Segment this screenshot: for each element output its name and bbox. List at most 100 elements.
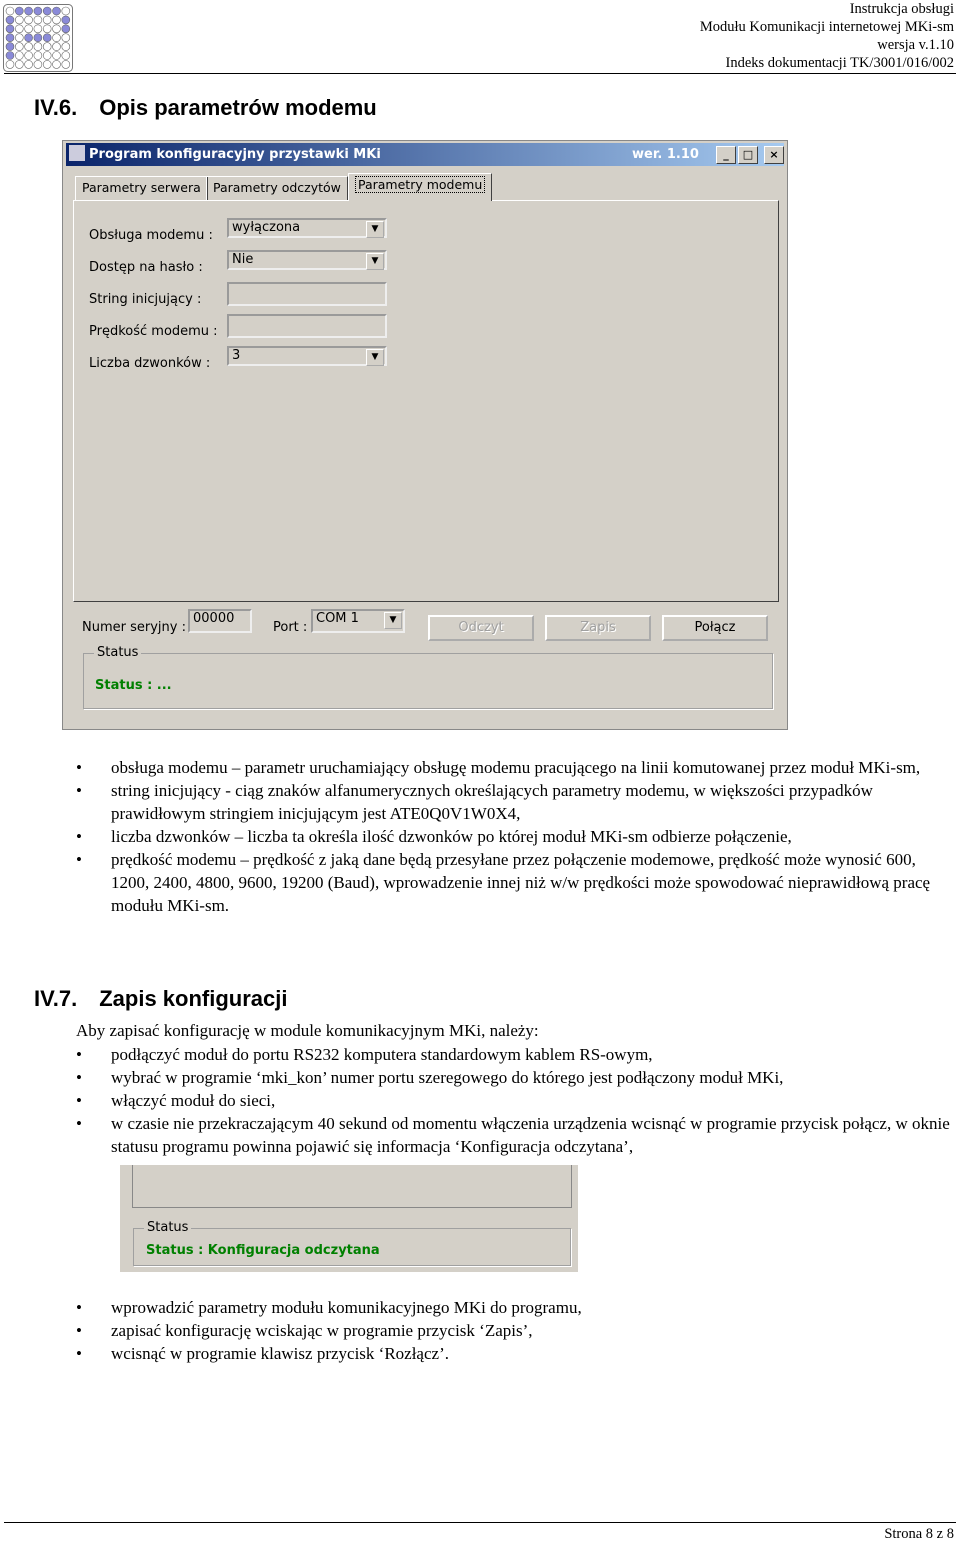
list-item: zapisać konfigurację wciskając w program…	[76, 1319, 946, 1342]
bullet-list-final: wprowadzić parametry modułu komunikacyjn…	[76, 1296, 946, 1365]
logo-dot	[24, 42, 33, 51]
logo-dot	[52, 24, 61, 34]
window-version: wer. 1.10	[632, 147, 699, 162]
tab-server-params[interactable]: Parametry serwera	[75, 176, 208, 201]
app-icon	[69, 145, 85, 161]
window-title: Program konfiguracyjny przystawki MKi	[89, 147, 381, 162]
status-text: Status : ...	[95, 678, 172, 693]
logo-dot	[14, 6, 24, 16]
logo-dot	[24, 6, 33, 16]
chevron-down-icon: ▼	[366, 253, 384, 270]
serial-label: Numer seryjny :	[82, 620, 186, 635]
logo-dot	[14, 42, 24, 51]
bullet-list-params: obsługa modemu – parametr uruchamiający …	[76, 756, 946, 917]
logo-dot	[61, 33, 71, 43]
logo-dot	[42, 42, 52, 51]
logo-dot	[42, 24, 52, 34]
status-group-label: Status	[144, 1220, 192, 1235]
logo-dot	[52, 33, 61, 43]
list-item: w czasie nie przekraczającym 40 sekund o…	[76, 1112, 960, 1158]
list-item: wcisnąć w programie klawisz przycisk ‘Ro…	[76, 1342, 946, 1365]
logo-dot	[61, 15, 71, 25]
tab-modem-params[interactable]: Parametry modemu	[348, 173, 493, 201]
list-item: wybrać w programie ‘mki_kon’ numer portu…	[76, 1066, 960, 1089]
field-label: Dostęp na hasło :	[89, 260, 203, 275]
logo-dot	[5, 60, 15, 69]
port-select[interactable]: COM 1 ▼	[311, 609, 405, 633]
page-number: Strona 8 z 8	[884, 1526, 954, 1541]
logo-dot	[24, 33, 33, 43]
app-window-screenshot: Program konfiguracyjny przystawki MKi we…	[62, 140, 788, 730]
status-screenshot: Status Status : Konfiguracja odczytana	[120, 1165, 578, 1272]
logo-dot	[52, 15, 61, 25]
logo-dot	[5, 33, 15, 43]
logo-dot	[24, 51, 33, 60]
modem-speed-input[interactable]	[227, 314, 387, 338]
logo-dot	[14, 33, 24, 43]
status-group: Status Status : Konfiguracja odczytana	[133, 1220, 571, 1266]
list-item: prędkość modemu – prędkość z jaką dane b…	[76, 848, 946, 917]
field-label: String inicjujący :	[89, 292, 202, 307]
logo-dot	[14, 51, 24, 60]
modem-handling-select[interactable]: wyłączona ▼	[227, 218, 387, 238]
logo-dot	[33, 24, 43, 34]
logo-dot	[5, 51, 15, 60]
serial-number-input[interactable]: 00000	[188, 609, 252, 633]
field-label: Prędkość modemu :	[89, 324, 218, 339]
logo-dot	[61, 24, 71, 34]
logo-dot	[42, 60, 52, 69]
connect-button[interactable]: Połącz	[662, 615, 768, 641]
logo-dot	[14, 15, 24, 25]
password-access-select[interactable]: Nie ▼	[227, 250, 387, 270]
chevron-down-icon: ▼	[366, 221, 384, 238]
section-heading: IV.7. Zapis konfiguracji	[34, 986, 288, 1011]
section-heading: IV.6. Opis parametrów modemu	[34, 95, 377, 120]
title-bar: Program konfiguracyjny przystawki MKi we…	[66, 143, 784, 166]
logo-dot	[42, 51, 52, 60]
logo-dot	[33, 51, 43, 60]
write-button[interactable]: Zapis	[545, 615, 651, 641]
chevron-down-icon: ▼	[366, 349, 384, 366]
logo-dot	[24, 24, 33, 34]
header-rule	[4, 73, 956, 74]
logo-dot	[61, 42, 71, 51]
logo-dot	[52, 60, 61, 69]
logo-dot	[5, 42, 15, 51]
logo-dot	[33, 6, 43, 16]
document-page: Instrukcja obsługi Modułu Komunikacji in…	[0, 0, 960, 1541]
bullet-list-steps: podłączyć moduł do portu RS232 komputera…	[76, 1043, 960, 1158]
logo-dot	[14, 24, 24, 34]
list-item: obsługa modemu – parametr uruchamiający …	[76, 756, 946, 779]
logo-dot	[52, 6, 61, 16]
field-label: Liczba dzwonków :	[89, 356, 211, 371]
close-button[interactable]: ×	[764, 146, 784, 164]
init-string-input[interactable]	[227, 282, 387, 306]
logo-dot	[5, 15, 15, 25]
logo-dot	[42, 6, 52, 16]
logo-dot	[42, 33, 52, 43]
list-item: włączyć moduł do sieci,	[76, 1089, 960, 1112]
logo-dot	[24, 15, 33, 25]
ring-count-select[interactable]: 3 ▼	[227, 346, 387, 366]
status-group-label: Status	[94, 645, 142, 660]
logo-dot	[33, 60, 43, 69]
section-intro: Aby zapisać konfigurację w module komuni…	[76, 1021, 539, 1040]
logo-dot	[61, 6, 71, 16]
minimize-button[interactable]: _	[716, 146, 736, 164]
header-line: wersja v.1.10	[877, 37, 954, 53]
read-button[interactable]: Odczyt	[428, 615, 534, 641]
logo-dot	[61, 60, 71, 69]
maximize-button[interactable]: □	[738, 146, 758, 164]
logo-dot	[5, 24, 15, 34]
page-header: Instrukcja obsługi Modułu Komunikacji in…	[700, 0, 954, 72]
logo-dot	[33, 42, 43, 51]
logo-dot	[5, 6, 15, 16]
field-label: Obsługa modemu :	[89, 228, 213, 243]
logo-dot	[14, 60, 24, 69]
logo-dot	[61, 51, 71, 60]
panel-edge	[132, 1165, 572, 1208]
logo-dot	[52, 51, 61, 60]
header-line: Instrukcja obsługi	[849, 1, 954, 17]
port-label: Port :	[273, 620, 308, 635]
tab-reading-params[interactable]: Parametry odczytów	[206, 176, 348, 201]
